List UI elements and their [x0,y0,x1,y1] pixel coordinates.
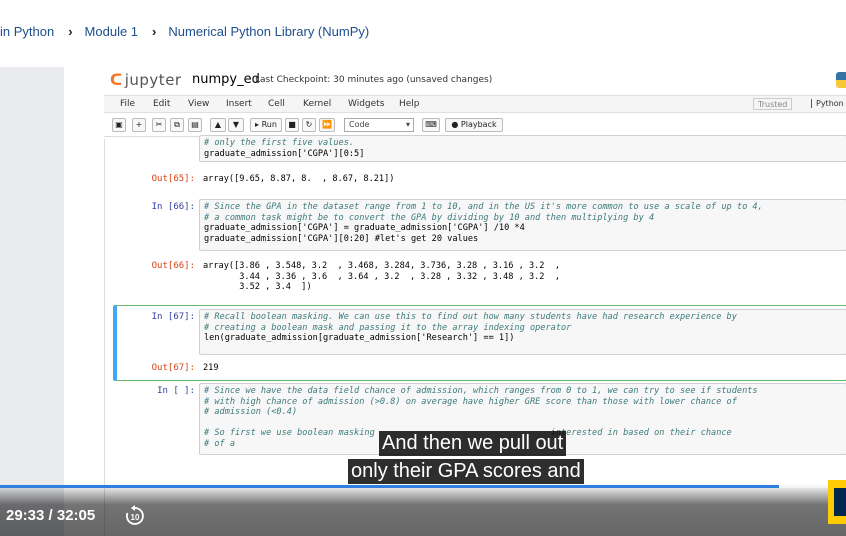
breadcrumb-item[interactable]: Module 1 [85,24,138,39]
python-logo-icon [836,72,846,88]
menu-view[interactable]: View [188,99,209,109]
input-prompt: In [66]: [151,202,195,212]
notebook-header: ᑕ jupyter numpy_ed Last Checkpoint: 30 mi… [64,67,846,93]
input-prompt: In [67]: [151,312,195,322]
add-cell-icon[interactable]: + [132,118,146,132]
trusted-badge[interactable]: Trusted [753,98,793,110]
jupyter-logo: ᑕ jupyter [110,71,182,89]
logo-mark [834,488,846,516]
output-line: 3.44 , 3.36 , 3.6 , 3.64 , 3.2 , 3.28 , … [203,271,560,282]
output-line: 3.52 , 3.4 ]) [203,282,312,292]
notebook-toolbar: ▣ + ✂ ⧉ ▤ ▲ ▼ ▸ Run ■ ↻ ⏩ Code ▾ ⌨ ● Play… [104,115,846,137]
cut-icon[interactable]: ✂ [152,118,166,132]
code-line: # of a [204,438,236,449]
code-line: # a common task might be to convert the … [204,212,655,223]
output-prompt: Out[67]: [151,363,195,373]
cell-input[interactable]: # only the first five values. graduate_a… [199,135,846,162]
menu-kernel[interactable]: Kernel [303,99,331,109]
output-prompt: Out[65]: [151,174,195,184]
checkpoint-status: Last Checkpoint: 30 minutes ago (unsaved… [255,75,493,85]
chevron-down-icon: ▾ [405,120,410,129]
menu-bar: File Edit View Insert Cell Kernel Widget… [104,95,846,113]
time-display: 29:33 / 32:05 [6,507,96,524]
logo-text: jupyter [124,71,182,89]
keyboard-icon[interactable]: ⌨ [422,118,440,132]
progress-fill [0,485,780,488]
cell-type-value: Code [349,120,370,129]
code-line: # only the first five values. [204,138,355,148]
copy-icon[interactable]: ⧉ [170,118,184,132]
code-line: # Since the GPA in the dataset range fro… [204,202,763,212]
caption-line: And then we pull out [379,431,567,456]
menu-insert[interactable]: Insert [226,99,252,109]
breadcrumb-item[interactable]: Numerical Python Library (NumPy) [168,24,369,39]
code-line: # Since we have the data field chance of… [204,386,758,396]
save-icon[interactable]: ▣ [112,118,126,132]
fast-forward-icon[interactable]: ⏩ [319,118,335,132]
menu-help[interactable]: Help [399,99,420,109]
menu-edit[interactable]: Edit [153,99,170,109]
stop-icon[interactable]: ■ [285,118,299,132]
code-line: # Recall boolean masking. We can use thi… [204,312,737,322]
code-line: # creating a boolean mask and passing it… [204,322,572,333]
playback-button[interactable]: ● Playback [445,118,503,132]
output-prompt: Out[66]: [151,261,195,271]
breadcrumb-item[interactable]: in Python [0,24,54,39]
menu-cell[interactable]: Cell [268,99,285,109]
university-logo [828,480,846,524]
notebook-name[interactable]: numpy_ed [192,72,260,87]
code-line: # admission (<0.4) [204,407,298,417]
replay-10-icon[interactable]: 10 [124,505,146,527]
code-line: graduate_admission['CGPA'][0:5] [204,148,365,159]
run-button[interactable]: ▸ Run [250,118,282,132]
output-text: array([3.86 , 3.548, 3.2 , 3.468, 3.284,… [203,261,560,293]
caption-line: only their GPA scores and [348,459,584,484]
code-line: len(graduate_admission[graduate_admissio… [204,333,515,343]
cell-input[interactable]: # Recall boolean masking. We can use thi… [199,309,846,355]
playback-label: Playback [460,120,497,129]
move-up-icon[interactable]: ▲ [210,118,226,132]
input-prompt: In [ ]: [157,386,195,396]
code-line: # with high chance of admission (>0.8) o… [204,396,737,407]
video-player[interactable]: ᑕ jupyter numpy_ed Last Checkpoint: 30 mi… [0,67,846,536]
run-label: Run [261,120,277,129]
replay-seconds: 10 [131,513,140,522]
code-line: graduate_admission['CGPA'] = graduate_ad… [204,223,525,233]
cell-type-select[interactable]: Code ▾ [344,118,414,132]
menu-widgets[interactable]: Widgets [348,99,384,109]
output-line: array([3.86 , 3.548, 3.2 , 3.468, 3.284,… [203,261,560,271]
output-text: 219 [203,363,219,373]
paste-icon[interactable]: ▤ [188,118,202,132]
progress-bar[interactable] [0,485,846,488]
kernel-indicator: Python 3 [811,99,846,108]
output-text: array([9.65, 8.87, 8. , 8.67, 8.21]) [203,174,395,184]
move-down-icon[interactable]: ▼ [228,118,244,132]
cell-input[interactable]: # Since the GPA in the dataset range fro… [199,199,846,251]
code-line: graduate_admission['CGPA'][0:20] #let's … [204,233,479,244]
menu-file[interactable]: File [120,99,135,109]
breadcrumb: in Python › Module 1 › Numerical Python … [0,0,846,62]
chevron-right-icon: › [152,23,157,39]
chevron-right-icon: › [68,23,73,39]
restart-icon[interactable]: ↻ [302,118,316,132]
